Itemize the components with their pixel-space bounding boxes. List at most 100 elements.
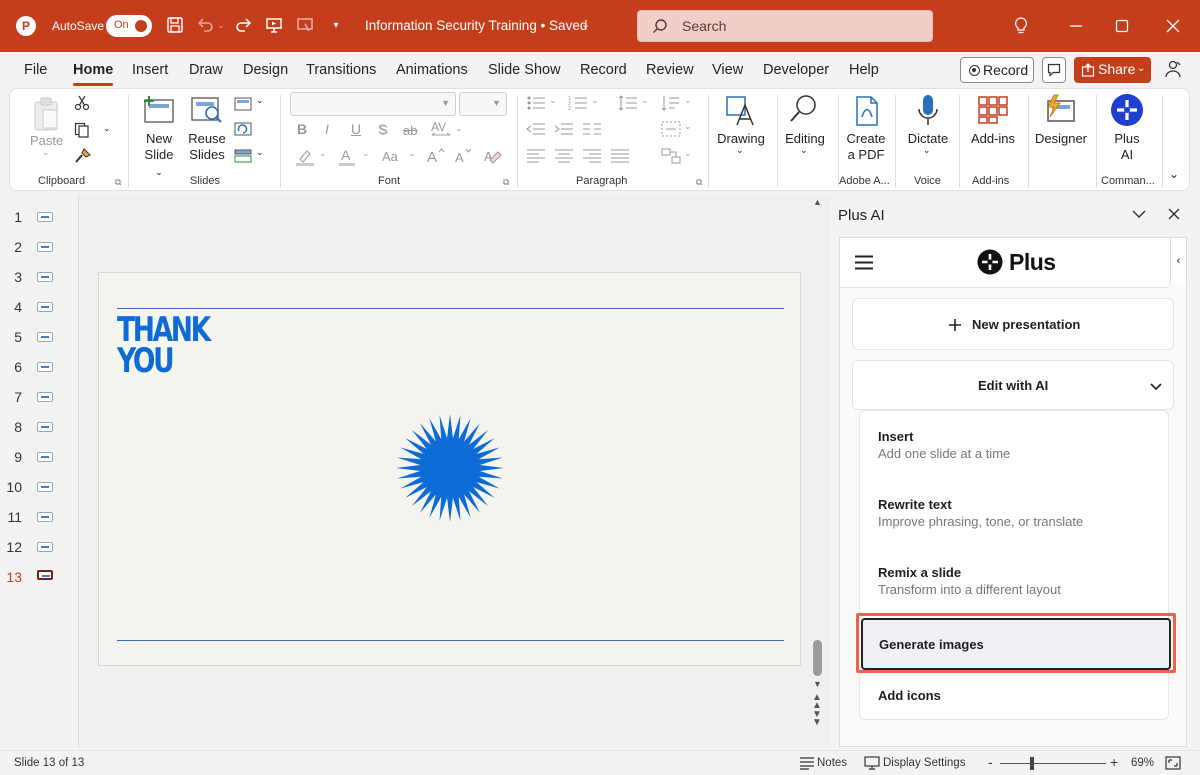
slide-thumbnail[interactable] (37, 392, 53, 402)
paste-icon[interactable] (32, 96, 60, 135)
add-ins-label[interactable]: Add-ins (965, 131, 1021, 147)
text-direction-icon[interactable] (661, 95, 681, 114)
zoom-level[interactable]: 69% (1131, 757, 1154, 769)
smartart-icon[interactable] (661, 148, 681, 167)
slide-thumbnail[interactable] (37, 332, 53, 342)
format-painter-icon[interactable] (74, 147, 92, 168)
columns-icon[interactable] (582, 121, 602, 140)
notes-button[interactable]: Notes (817, 757, 847, 769)
font-color-chevron-icon[interactable]: ⌄ (362, 148, 370, 159)
slide-number[interactable]: 11 (0, 509, 22, 525)
tab-help[interactable]: Help (849, 62, 879, 78)
tab-review[interactable]: Review (646, 62, 694, 78)
increase-font-size-icon[interactable]: A (426, 147, 446, 168)
menu-item-insert[interactable]: Insert Add one slide at a time (860, 411, 1170, 475)
reset-slide-icon[interactable] (234, 122, 252, 139)
tab-view[interactable]: View (712, 62, 743, 78)
undo-dropdown-icon[interactable]: ⌄ (215, 15, 227, 35)
tab-slide-show[interactable]: Slide Show (488, 62, 561, 78)
pane-close-icon[interactable] (1168, 208, 1180, 220)
layout-chevron-icon[interactable]: ⌄ (256, 95, 264, 106)
title-chevron-down-icon[interactable]: ⌄ (581, 18, 590, 31)
copilot-icon[interactable] (1163, 59, 1183, 82)
editing-chevron-icon[interactable]: ⌄ (800, 145, 808, 156)
justify-icon[interactable] (610, 149, 630, 166)
editing-icon[interactable] (789, 93, 819, 130)
scrollbar-thumb[interactable] (813, 640, 822, 676)
fit-to-window-icon[interactable] (1165, 756, 1181, 770)
font-launcher-icon[interactable]: ⧉ (503, 177, 509, 188)
designer-label[interactable]: Designer (1032, 131, 1090, 147)
shadow-button[interactable]: S (378, 121, 387, 137)
change-case-chevron-icon[interactable]: ⌄ (408, 148, 416, 159)
section-icon[interactable] (234, 149, 252, 166)
customize-toolbar-icon[interactable]: ▾ (326, 15, 346, 35)
highlight-icon[interactable] (295, 148, 315, 169)
plus-ai-icon[interactable] (1110, 93, 1144, 130)
copy-chevron-icon[interactable]: ⌄ (103, 123, 111, 134)
save-icon[interactable] (165, 15, 185, 35)
add-ins-icon[interactable] (977, 95, 1009, 128)
notes-icon[interactable] (799, 757, 815, 770)
align-center-icon[interactable] (554, 149, 574, 166)
line-spacing-chevron-icon[interactable]: ⌄ (641, 95, 649, 106)
paste-chevron-icon[interactable]: ⌄ (42, 147, 50, 158)
lightbulb-icon[interactable] (1009, 14, 1033, 38)
new-slide-label[interactable]: New Slide ⌄ (140, 131, 178, 180)
underline-button[interactable]: U (351, 121, 361, 137)
microphone-icon[interactable] (917, 93, 939, 130)
slide-thumbnail[interactable] (37, 452, 53, 462)
slide-thumbnail[interactable] (37, 512, 53, 522)
slide-number[interactable]: 6 (0, 359, 22, 375)
align-text-chevron-icon[interactable]: ⌄ (684, 121, 692, 132)
slide-number[interactable]: 5 (0, 329, 22, 345)
decrease-indent-icon[interactable] (526, 121, 546, 140)
zoom-slider[interactable] (1000, 763, 1106, 764)
slide-number[interactable]: 10 (0, 479, 22, 495)
slide-thumbnail[interactable] (37, 422, 53, 432)
smartart-chevron-icon[interactable]: ⌄ (684, 148, 692, 159)
new-presentation-button[interactable]: New presentation (852, 298, 1174, 350)
tab-developer[interactable]: Developer (763, 62, 829, 78)
slide-number[interactable]: 7 (0, 389, 22, 405)
clipboard-launcher-icon[interactable]: ⧉ (115, 177, 121, 188)
menu-item-generate-images[interactable]: Generate images (861, 618, 1171, 670)
slide-number-active[interactable]: 13 (0, 569, 22, 585)
document-title[interactable]: Information Security Training • Saved (365, 18, 587, 33)
slide-title[interactable]: THANK YOU (117, 313, 211, 378)
copy-icon[interactable] (74, 122, 90, 141)
slide-thumbnail[interactable] (37, 272, 53, 282)
font-size-combobox[interactable]: ▼ (459, 92, 507, 116)
previous-slide-icon[interactable]: ▲ ▲ (812, 693, 822, 711)
present-icon[interactable] (295, 15, 315, 35)
reuse-slides-icon[interactable] (190, 94, 224, 127)
decrease-font-size-icon[interactable]: A (454, 147, 474, 168)
increase-indent-icon[interactable] (554, 121, 574, 140)
numbering-chevron-icon[interactable]: ⌄ (591, 95, 599, 106)
slide-thumbnail[interactable] (37, 542, 53, 552)
dictate-chevron-icon[interactable]: ⌄ (923, 145, 931, 156)
close-icon[interactable] (1161, 14, 1185, 38)
change-case-button[interactable]: Aa (382, 149, 398, 164)
character-spacing-icon[interactable]: AV (430, 120, 452, 141)
comments-button[interactable] (1042, 57, 1066, 83)
clear-formatting-icon[interactable]: A (483, 147, 503, 168)
align-text-icon[interactable] (661, 121, 681, 140)
font-color-icon[interactable]: A (338, 147, 356, 170)
tab-record[interactable]: Record (580, 62, 627, 78)
maximize-icon[interactable] (1110, 14, 1134, 38)
numbering-icon[interactable]: 123 (568, 95, 588, 114)
tab-home[interactable]: Home (73, 62, 113, 78)
plus-ai-label[interactable]: Plus AI (1106, 131, 1148, 163)
line-spacing-icon[interactable] (618, 95, 638, 114)
paragraph-launcher-icon[interactable]: ⧉ (696, 177, 702, 188)
tab-transitions[interactable]: Transitions (306, 62, 376, 78)
slide-thumbnail[interactable] (37, 482, 53, 492)
text-direction-chevron-icon[interactable]: ⌄ (684, 95, 692, 106)
paste-label[interactable]: Paste (30, 133, 63, 148)
designer-icon[interactable] (1044, 93, 1076, 128)
edit-with-ai-dropdown[interactable]: Edit with AI (852, 360, 1174, 410)
bullets-chevron-icon[interactable]: ⌄ (549, 95, 557, 106)
minimize-icon[interactable] (1064, 14, 1088, 38)
autosave-toggle[interactable]: On (106, 15, 152, 37)
